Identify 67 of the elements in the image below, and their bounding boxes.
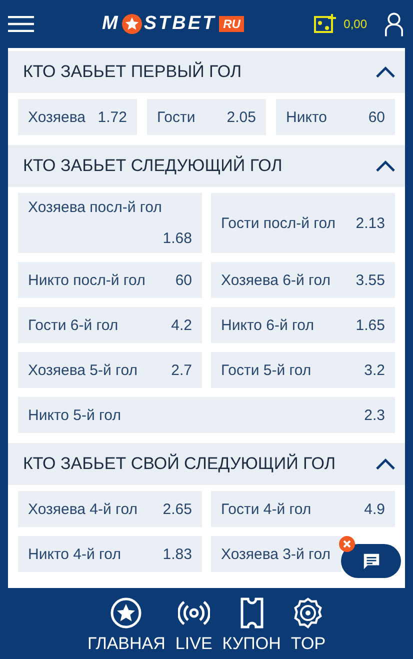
bet-odd: 1.83	[162, 546, 192, 562]
bet-odd: 2.3	[364, 406, 385, 424]
bet-button[interactable]: Хозяева посл-й гол 1.68	[18, 193, 202, 253]
nav-item[interactable]: LIVE	[175, 634, 212, 654]
section-title: КТО ЗАБЬЕТ СЛЕДУЮЩИЙ ГОЛ	[23, 156, 284, 176]
bet-name: Хозяева	[28, 108, 86, 126]
bet-button[interactable]: Гости посл-й гол 2.13	[211, 193, 395, 253]
bet-button[interactable]: Хозяева 5-й гол 2.7	[18, 352, 202, 388]
user-icon[interactable]	[385, 12, 403, 36]
bet-odd: 1.68	[162, 230, 192, 247]
section-title: КТО ЗАБЬЕТ СВОЙ СЛЕДУЮЩИЙ ГОЛ	[23, 454, 336, 474]
bet-name: Гости посл-й гол	[221, 214, 336, 232]
bet-odd: 1.65	[356, 316, 385, 334]
bet-button[interactable]: Никто 60	[276, 99, 395, 135]
chat-icon	[362, 552, 380, 570]
bet-button[interactable]: Никто 4-й гол 1.83	[18, 536, 202, 572]
bet-button[interactable]: Гости 4-й гол 4.9	[211, 491, 395, 527]
section-header[interactable]: КТО ЗАБЬЕТ СВОЙ СЛЕДУЮЩИЙ ГОЛ	[8, 443, 405, 485]
bet-button[interactable]: Никто посл-й гол 60	[18, 262, 202, 298]
section-header[interactable]: КТО ЗАБЬЕТ ПЕРВЫЙ ГОЛ	[8, 51, 405, 93]
bet-name: Гости 5-й гол	[221, 362, 312, 378]
bet-odd: 4.2	[171, 316, 192, 334]
bet-name: Никто посл-й гол	[28, 272, 146, 288]
nav-item[interactable]: ГЛАВНАЯ	[87, 634, 166, 654]
logo-badge: RU	[219, 16, 244, 32]
bet-odd: 1.72	[98, 108, 127, 126]
logo-text: M	[102, 13, 120, 35]
bet-name: Гости 6-й гол	[28, 316, 118, 334]
nav-item[interactable]: КУПОН	[222, 634, 281, 654]
bet-button[interactable]: Гости 6-й гол 4.2	[18, 307, 202, 343]
bet-button[interactable]: Хозяева 3-й гол	[211, 536, 341, 572]
section-title: КТО ЗАБЬЕТ ПЕРВЫЙ ГОЛ	[23, 62, 243, 82]
badge-icon	[292, 597, 324, 629]
bet-button[interactable]: Хозяева 4-й гол 2.65	[18, 491, 202, 527]
bet-odd: 60	[368, 108, 385, 126]
bet-odd: 2.13	[356, 214, 385, 232]
bet-odd: 3.2	[364, 362, 385, 378]
bet-button[interactable]: Хозяева 1.72	[18, 99, 137, 135]
section-header[interactable]: КТО ЗАБЬЕТ СЛЕДУЮЩИЙ ГОЛ	[8, 145, 405, 187]
bet-odd: 60	[175, 272, 192, 288]
balance: 0,00	[344, 17, 367, 31]
bet-name: Никто 4-й гол	[28, 546, 121, 562]
bet-name: Никто	[286, 108, 327, 126]
bet-button[interactable]: Гости 2.05	[147, 99, 266, 135]
bet-odd: 4.9	[364, 500, 385, 518]
bet-odd: 3.55	[356, 272, 385, 288]
bet-odd: 2.7	[171, 362, 192, 378]
bet-button[interactable]: Хозяева 6-й гол 3.55	[211, 262, 395, 298]
bet-name: Хозяева 4-й гол	[28, 500, 138, 518]
bet-odd: 2.05	[226, 108, 256, 126]
bet-name: Хозяева 5-й гол	[28, 362, 138, 378]
menu-icon[interactable]	[8, 16, 34, 32]
close-icon[interactable]	[339, 536, 355, 552]
bonus-icon[interactable]	[314, 14, 336, 34]
bet-button[interactable]: Гости 5-й гол 3.2	[211, 352, 395, 388]
bet-name: Никто 6-й гол	[221, 316, 314, 334]
bet-name: Хозяева 6-й гол	[221, 272, 330, 288]
bet-name: Никто 5-й гол	[28, 406, 121, 424]
bet-button[interactable]: Никто 5-й гол 2.3	[18, 397, 395, 433]
bet-name: Хозяева 3-й гол	[221, 546, 330, 562]
logo-text: STBET	[144, 13, 216, 35]
nav-item[interactable]: TOP	[290, 634, 326, 654]
bet-button[interactable]: Никто 6-й гол 1.65	[211, 307, 395, 343]
bet-odd: 2.65	[162, 500, 192, 518]
bet-name: Хозяева посл-й гол	[28, 199, 162, 216]
bet-name: Гости	[157, 108, 196, 126]
bet-name: Гости 4-й гол	[221, 500, 312, 518]
